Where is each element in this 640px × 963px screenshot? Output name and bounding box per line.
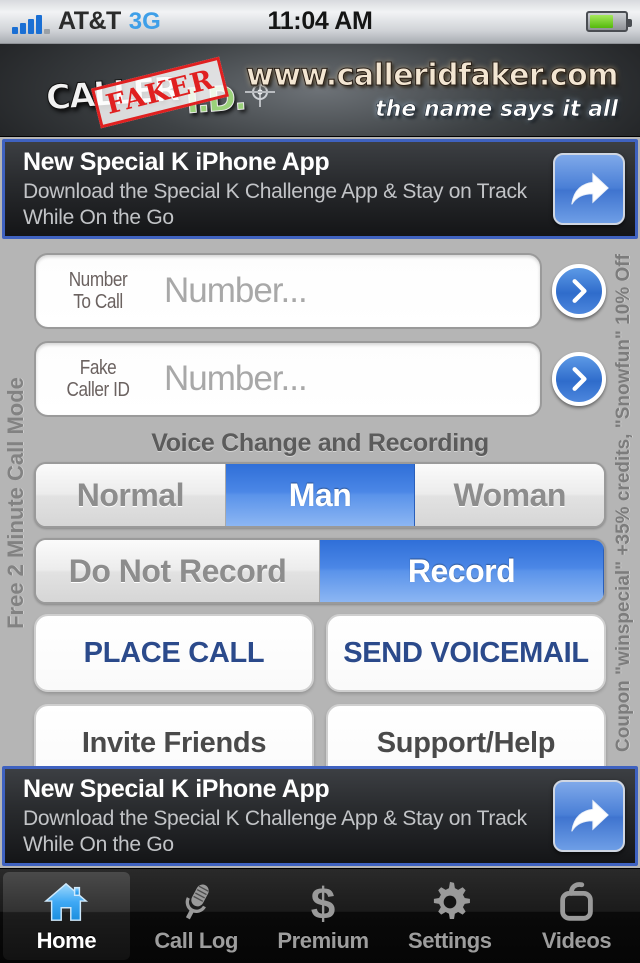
ad-bottom-share-button[interactable] [553, 780, 625, 852]
number-to-call-label-line1: Number [68, 269, 128, 291]
tab-videos-label: Videos [541, 928, 612, 953]
clock-label: 11:04 AM [267, 7, 373, 35]
ad-bottom-text: New Special K iPhone App Download the Sp… [15, 775, 553, 858]
recording-segmented-control[interactable]: Do Not Record Record [34, 538, 606, 604]
place-call-button[interactable]: PLACE CALL [34, 614, 314, 692]
ad-top-share-button[interactable] [553, 153, 625, 225]
tab-settings[interactable]: Settings [386, 869, 513, 963]
svg-text:$: $ [311, 879, 336, 925]
number-to-call-label: Number To Call [53, 269, 142, 313]
tab-premium[interactable]: $ Premium [260, 869, 387, 963]
chevron-right-circle-icon [572, 279, 587, 303]
fake-caller-id-row: Fake Caller ID Number... [34, 341, 606, 417]
ad-bottom-title: New Special K iPhone App [23, 774, 330, 803]
website-url-label: www.calleridfaker.com [246, 58, 619, 94]
status-bar: AT&T 3G 11:04 AM [0, 0, 640, 44]
form-container: Number To Call Number... Fake Caller ID … [34, 241, 606, 782]
fake-caller-id-label-line2: Caller ID [66, 379, 130, 401]
share-arrow-icon [571, 172, 609, 205]
ad-banner-top[interactable]: New Special K iPhone App Download the Sp… [2, 139, 638, 239]
voice-segment-normal[interactable]: Normal [36, 464, 226, 526]
share-arrow-icon [571, 799, 609, 832]
tab-premium-label: Premium [277, 928, 369, 953]
battery-icon [586, 11, 632, 32]
voice-section-title: Voice Change and Recording [151, 429, 489, 457]
left-vertical-banner-label: Free 2 Minute Call Mode [3, 376, 29, 629]
number-to-call-contacts-button[interactable] [552, 264, 606, 318]
fake-caller-id-label: Fake Caller ID [53, 357, 142, 401]
action-button-grid: PLACE CALL SEND VOICEMAIL Invite Friends… [34, 614, 606, 782]
tab-bar: Home Call Log $ Premium Settings Videos [0, 868, 640, 963]
voice-segment-man[interactable]: Man [225, 464, 416, 526]
chevron-right-circle-icon [572, 367, 587, 391]
tab-home[interactable]: Home [3, 872, 130, 960]
ad-top-subtitle: Download the Special K Challenge App & S… [23, 179, 527, 229]
video-icon [559, 882, 593, 921]
fake-caller-id-contacts-button[interactable] [552, 352, 606, 406]
right-vertical-banner: Coupon "winspecial" +35% credits, "Snowf… [608, 241, 640, 764]
record-segment-do-not-record[interactable]: Do Not Record [36, 540, 320, 602]
tab-videos[interactable]: Videos [513, 869, 640, 963]
header-website-block: www.calleridfaker.com the name says it a… [246, 58, 619, 123]
number-to-call-row: Number To Call Number... [34, 253, 606, 329]
app-header: CALLER I.D. FAKER www.calleridfaker.com … [0, 44, 640, 137]
dollar-sign-icon: $ [311, 879, 336, 925]
tab-settings-label: Settings [407, 928, 492, 953]
left-vertical-banner: Free 2 Minute Call Mode [0, 241, 32, 764]
microphone-icon [185, 884, 209, 920]
home-icon [44, 882, 89, 921]
website-tagline-label: the name says it all [375, 97, 618, 123]
main-content: Free 2 Minute Call Mode Coupon "winspeci… [0, 241, 640, 782]
tab-home-label: Home [36, 928, 97, 953]
ad-banner-bottom[interactable]: New Special K iPhone App Download the Sp… [2, 766, 638, 866]
tab-call-log-label: Call Log [154, 928, 238, 953]
fake-caller-id-input[interactable]: Number... [150, 359, 530, 399]
tab-call-log[interactable]: Call Log [133, 869, 260, 963]
gear-icon [433, 881, 470, 919]
app-logo: CALLER I.D. FAKER [44, 56, 256, 129]
voice-segment-woman[interactable]: Woman [415, 464, 604, 526]
number-to-call-label-line2: To Call [73, 291, 123, 313]
number-to-call-field[interactable]: Number To Call Number... [34, 253, 542, 329]
fake-caller-id-label-line1: Fake [79, 357, 117, 379]
ad-top-title: New Special K iPhone App [23, 147, 330, 176]
voice-change-segmented-control[interactable]: Normal Man Woman [34, 462, 606, 528]
send-voicemail-button[interactable]: SEND VOICEMAIL [326, 614, 606, 692]
record-segment-record[interactable]: Record [320, 540, 604, 602]
fake-caller-id-field[interactable]: Fake Caller ID Number... [34, 341, 542, 417]
right-vertical-banner-label: Coupon "winspecial" +35% credits, "Snowf… [613, 253, 634, 752]
ad-top-text: New Special K iPhone App Download the Sp… [15, 148, 553, 231]
ad-bottom-subtitle: Download the Special K Challenge App & S… [23, 806, 527, 856]
number-to-call-input[interactable]: Number... [150, 271, 530, 311]
